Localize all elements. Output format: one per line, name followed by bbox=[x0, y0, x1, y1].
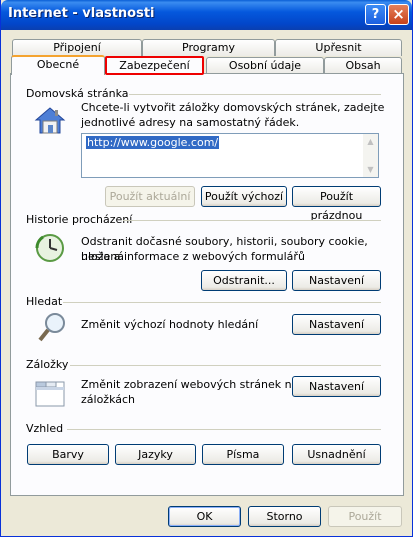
divider bbox=[67, 429, 381, 430]
tab-obecne[interactable]: Obecné bbox=[11, 55, 105, 75]
tab-obsah[interactable]: Obsah bbox=[324, 57, 402, 74]
use-default-button[interactable]: Použít výchozí bbox=[201, 186, 287, 207]
tabs-description-line2: záložkách bbox=[81, 393, 136, 406]
scroll-down-icon[interactable]: ▼ bbox=[364, 163, 377, 176]
tabs-description-line1: Změnit zobrazení webových stránek na bbox=[81, 378, 299, 391]
search-settings-button[interactable]: Nastavení bbox=[292, 314, 381, 335]
tab-osobni-udaje[interactable]: Osobní údaje bbox=[206, 57, 324, 74]
delete-history-button[interactable]: Odstranit... bbox=[201, 270, 287, 291]
clock-icon bbox=[35, 234, 64, 262]
cancel-button[interactable]: Storno bbox=[248, 506, 321, 527]
dialog-window: Internet - vlastnosti ? × Připojení Prog… bbox=[0, 0, 413, 537]
house-icon bbox=[34, 107, 66, 134]
divider bbox=[123, 220, 381, 221]
tab-programy[interactable]: Programy bbox=[142, 39, 275, 56]
home-description-line2: jednotlivé adresy na samostatný řádek. bbox=[81, 116, 300, 129]
accessibility-button[interactable]: Usnadnění bbox=[292, 444, 381, 465]
home-description-line1: Chcete-li vytvořit záložky domovských st… bbox=[81, 101, 385, 114]
tab-upresnit[interactable]: Upřesnit bbox=[275, 39, 402, 56]
use-current-button[interactable]: Použít aktuální bbox=[105, 186, 195, 207]
search-description: Změnit výchozí hodnoty hledání bbox=[81, 318, 259, 331]
search-heading: Hledat bbox=[26, 295, 63, 308]
tabs-settings-button[interactable]: Nastavení bbox=[292, 376, 381, 397]
tabs-icon bbox=[35, 381, 65, 407]
colors-button[interactable]: Barvy bbox=[27, 444, 109, 465]
languages-button[interactable]: Jazyky bbox=[115, 444, 196, 465]
window-title: Internet - vlastnosti bbox=[8, 6, 155, 21]
use-blank-button[interactable]: Použít prázdnou bbox=[292, 186, 381, 222]
title-bar[interactable]: Internet - vlastnosti ? × bbox=[1, 0, 412, 30]
home-page-url: http://www.google.com/ bbox=[86, 136, 220, 149]
history-settings-button[interactable]: Nastavení bbox=[292, 270, 381, 291]
home-page-textarea[interactable]: http://www.google.com/ ▲ ▼ bbox=[81, 133, 379, 178]
ok-button[interactable]: OK bbox=[168, 506, 241, 527]
tab-pripojeni[interactable]: Připojení bbox=[12, 39, 142, 56]
help-button[interactable]: ? bbox=[365, 4, 386, 25]
tab-zabezpeceni[interactable]: Zabezpečení bbox=[105, 56, 204, 75]
appearance-heading: Vzhled bbox=[26, 422, 64, 435]
history-heading: Historie procházení bbox=[26, 213, 133, 226]
divider bbox=[129, 94, 381, 95]
fonts-button[interactable]: Písma bbox=[202, 444, 284, 465]
tabs-heading: Záložky bbox=[26, 358, 69, 371]
home-heading: Domovská stránka bbox=[26, 87, 129, 100]
divider bbox=[63, 302, 381, 303]
scrollbar[interactable]: ▲ ▼ bbox=[363, 134, 378, 177]
history-description-line2: hesla a informace z webových formulářů bbox=[81, 250, 305, 263]
apply-button[interactable]: Použít bbox=[328, 506, 402, 527]
close-button[interactable]: × bbox=[388, 4, 409, 25]
divider bbox=[70, 365, 381, 366]
scroll-up-icon[interactable]: ▲ bbox=[364, 135, 377, 148]
magnifier-icon bbox=[38, 313, 65, 342]
